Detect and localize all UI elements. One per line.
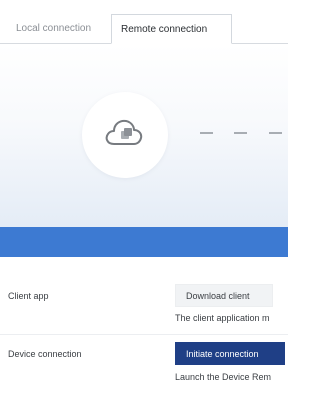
status-band	[0, 227, 288, 257]
row-divider	[0, 334, 288, 335]
cloud-icon	[105, 119, 143, 145]
remote-connection-panel: Local connection Remote connection Clien…	[0, 0, 288, 395]
connector-dash	[200, 132, 213, 134]
cloud-badge	[82, 92, 168, 178]
connection-illustration	[0, 44, 288, 227]
device-connection-description: Launch the Device Rem	[175, 372, 272, 382]
connection-tabs: Local connection Remote connection	[0, 14, 288, 44]
connector-dash	[234, 132, 247, 134]
tab-remote-connection[interactable]: Remote connection	[111, 14, 232, 44]
initiate-connection-button[interactable]: Initiate connection	[175, 342, 285, 365]
client-app-label: Client app	[8, 291, 49, 301]
tab-local-connection[interactable]: Local connection	[8, 14, 104, 43]
device-connection-label: Device connection	[8, 349, 82, 359]
connector-dash	[269, 132, 282, 134]
download-client-button[interactable]: Download client	[175, 284, 273, 307]
client-app-description: The client application m	[175, 313, 270, 323]
